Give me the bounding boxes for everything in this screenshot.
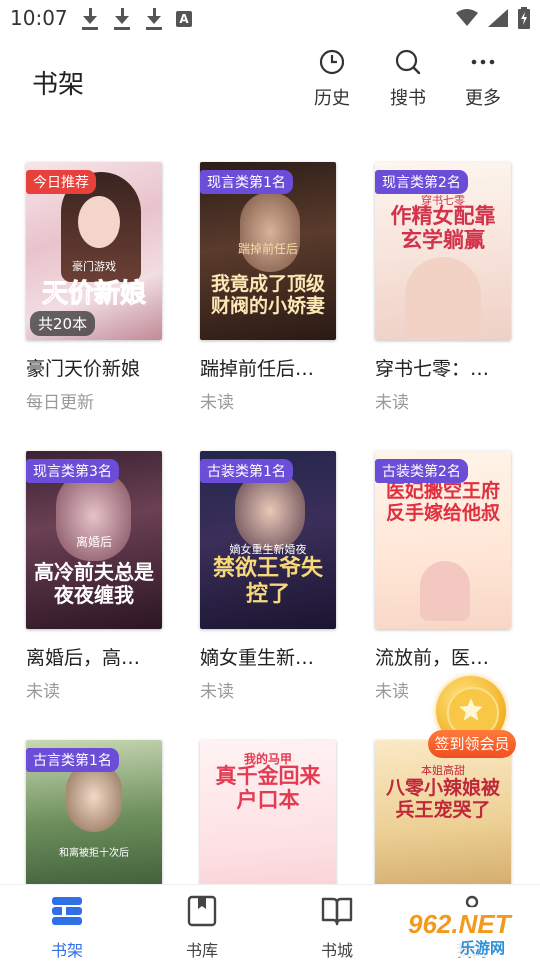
book-tag: 现言类第2名 bbox=[375, 170, 468, 194]
search-icon bbox=[395, 49, 421, 75]
download-icon bbox=[80, 8, 100, 30]
cover-subtitle: 豪门游戏 bbox=[72, 260, 116, 273]
book-card[interactable]: 嫡女重生新婚夜 禁欲王爷失控了 古装类第1名 嫡女重生新… 未读 bbox=[200, 451, 350, 702]
cover-title: 作精女配靠玄学躺赢 bbox=[390, 203, 496, 253]
cover-title: 八零小辣娘被兵王宠哭了 bbox=[385, 777, 500, 821]
notification-a-icon: A bbox=[176, 11, 192, 27]
watermark-logo: 962.NET 乐游网 bbox=[400, 905, 540, 960]
book-tag: 今日推荐 bbox=[26, 170, 96, 194]
notification-icons: A bbox=[80, 8, 192, 30]
book-title: 踹掉前任后… bbox=[200, 358, 315, 380]
book-card[interactable]: 豪门游戏 天价新娘 今日推荐 共20本 豪门天价新娘 每日更新 bbox=[26, 162, 176, 413]
status-bar: 10:07 A bbox=[0, 0, 540, 38]
cover-title: 高冷前夫总是夜夜缠我 bbox=[34, 560, 154, 607]
nav-library[interactable]: 书库 bbox=[162, 895, 242, 961]
book-title: 离婚后，高… bbox=[26, 647, 141, 669]
status-time: 10:07 bbox=[10, 6, 68, 30]
book-status: 未读 bbox=[200, 682, 234, 702]
download-icon bbox=[144, 8, 164, 30]
bookmark-book-icon bbox=[187, 895, 217, 927]
book-cover[interactable]: 医妃搬空王府反手嫁给他叔 古装类第2名 bbox=[375, 451, 511, 629]
book-tag: 现言类第3名 bbox=[26, 459, 119, 483]
history-label: 历史 bbox=[314, 88, 350, 109]
open-book-icon bbox=[321, 897, 353, 926]
nav-label: 书城 bbox=[320, 941, 353, 960]
book-cover[interactable]: 穿书七零 作精女配靠玄学躺赢 现言类第2名 bbox=[375, 162, 511, 340]
book-title: 嫡女重生新… bbox=[200, 647, 315, 669]
book-cover[interactable]: 豪门游戏 天价新娘 今日推荐 共20本 bbox=[26, 162, 162, 340]
cover-subtitle: 离婚后 bbox=[75, 535, 112, 549]
watermark-sub: 乐游网 bbox=[460, 939, 506, 957]
cover-subtitle: 踹掉前任后 bbox=[237, 242, 298, 256]
star-icon bbox=[459, 698, 483, 721]
book-card[interactable]: 踹掉前任后 我竟成了顶级财阀的小娇妻 现言类第1名 踹掉前任后… 未读 bbox=[200, 162, 350, 413]
signal-icon bbox=[488, 9, 508, 27]
cover-title: 天价新娘 bbox=[41, 279, 146, 310]
book-cover[interactable]: 踹掉前任后 我竟成了顶级财阀的小娇妻 现言类第1名 bbox=[200, 162, 336, 340]
wifi-icon bbox=[456, 9, 478, 26]
book-cover[interactable]: 离婚后 高冷前夫总是夜夜缠我 现言类第3名 bbox=[26, 451, 162, 629]
cover-title: 禁欲王爷失控了 bbox=[212, 555, 323, 607]
sign-in-label: 签到领会员 bbox=[428, 730, 516, 758]
book-tag: 古装类第1名 bbox=[200, 459, 293, 483]
nav-bookshelf[interactable]: 书架 bbox=[27, 895, 107, 961]
book-title: 穿书七零：… bbox=[375, 358, 490, 380]
system-icons bbox=[456, 7, 530, 29]
book-cover[interactable]: 嫡女重生新婚夜 禁欲王爷失控了 古装类第1名 bbox=[200, 451, 336, 629]
clock-icon bbox=[319, 49, 345, 75]
search-label: 搜书 bbox=[390, 88, 426, 109]
search-button[interactable]: 搜书 bbox=[378, 48, 438, 110]
count-badge: 共20本 bbox=[30, 311, 96, 336]
cover-title: 医妃搬空王府反手嫁给他叔 bbox=[385, 480, 500, 524]
sign-in-reward-button[interactable]: 签到领会员 bbox=[428, 676, 520, 766]
book-status: 未读 bbox=[200, 393, 234, 413]
nav-bookstore[interactable]: 书城 bbox=[297, 895, 377, 961]
book-status: 未读 bbox=[26, 682, 60, 702]
more-label: 更多 bbox=[465, 88, 501, 109]
book-status: 未读 bbox=[375, 393, 409, 413]
book-tag: 古装类第2名 bbox=[375, 459, 468, 483]
book-card[interactable]: 医妃搬空王府反手嫁给他叔 古装类第2名 流放前，医… 未读 bbox=[375, 451, 525, 702]
download-icon bbox=[112, 8, 132, 30]
book-tag: 古言类第1名 bbox=[26, 748, 119, 772]
book-title: 豪门天价新娘 bbox=[26, 358, 141, 380]
book-status: 每日更新 bbox=[26, 393, 94, 413]
book-card[interactable]: 穿书七零 作精女配靠玄学躺赢 现言类第2名 穿书七零：… 未读 bbox=[375, 162, 525, 413]
cover-title: 我竟成了顶级财阀的小娇妻 bbox=[210, 273, 325, 318]
nav-label: 书架 bbox=[50, 941, 83, 960]
watermark-text: 962.NET bbox=[408, 909, 511, 939]
history-button[interactable]: 历史 bbox=[302, 48, 362, 110]
bookshelf-icon bbox=[52, 897, 82, 925]
page-title: 书架 bbox=[32, 70, 85, 100]
more-button[interactable]: 更多 bbox=[453, 48, 513, 110]
book-title: 流放前，医… bbox=[375, 647, 490, 669]
book-tag: 现言类第1名 bbox=[200, 170, 293, 194]
cover-subtitle: 和离被拒十次后 bbox=[59, 848, 129, 859]
nav-label: 书库 bbox=[185, 941, 218, 960]
more-dots-icon bbox=[471, 59, 495, 65]
book-card[interactable]: 离婚后 高冷前夫总是夜夜缠我 现言类第3名 离婚后，高… 未读 bbox=[26, 451, 176, 702]
cover-title: 真千金回来户口本 bbox=[215, 763, 321, 813]
battery-icon bbox=[518, 7, 530, 29]
